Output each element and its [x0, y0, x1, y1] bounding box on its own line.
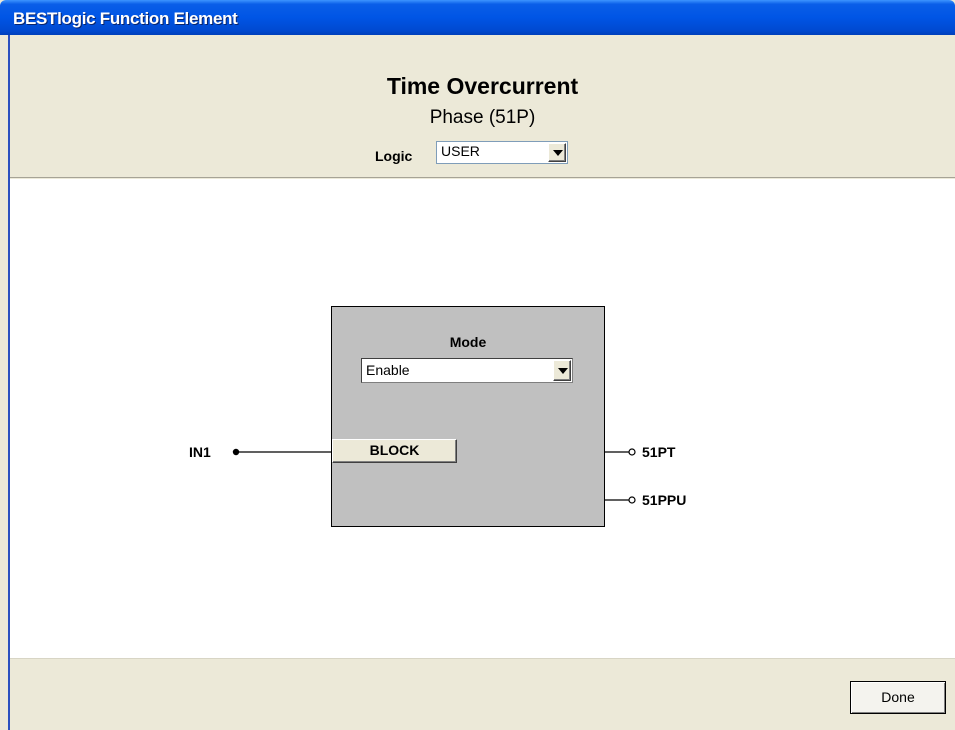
function-block: Mode Enable BLOCK: [331, 306, 605, 527]
title-bar[interactable]: BESTlogic Function Element: [0, 0, 955, 35]
out-51ppu-connector: [628, 496, 636, 504]
element-subtitle: Phase (51P): [429, 107, 536, 128]
window-title: BESTlogic Function Element: [13, 9, 238, 28]
logic-dropdown-button[interactable]: [548, 143, 566, 162]
output-label-51pt: 51PT: [642, 444, 676, 460]
logic-dropdown-value: USER: [441, 143, 480, 159]
footer-panel: Done: [10, 658, 955, 730]
output-label-51ppu: 51PPU: [642, 492, 687, 508]
mode-dropdown-button[interactable]: [553, 360, 571, 381]
out-51pt-connector: [628, 448, 636, 456]
chevron-down-icon: [553, 150, 563, 156]
logic-label: Logic: [375, 148, 413, 164]
logic-dropdown[interactable]: USER: [436, 141, 568, 164]
block-input-button[interactable]: BLOCK: [332, 439, 457, 463]
mode-dropdown-value: Enable: [366, 362, 410, 378]
mode-dropdown[interactable]: Enable: [361, 358, 573, 383]
element-title: Time Overcurrent: [386, 73, 579, 99]
chevron-down-icon: [558, 368, 568, 374]
dialog-window: BESTlogic Function Element Time Overcurr…: [0, 0, 955, 730]
input-label-in1: IN1: [189, 444, 211, 460]
in1-connector-dot: [232, 448, 240, 456]
logic-diagram-canvas: IN1 51PT 51PPU Mode Enable BLOCK: [10, 179, 955, 658]
mode-label: Mode: [449, 334, 487, 350]
done-button[interactable]: Done: [850, 681, 946, 714]
